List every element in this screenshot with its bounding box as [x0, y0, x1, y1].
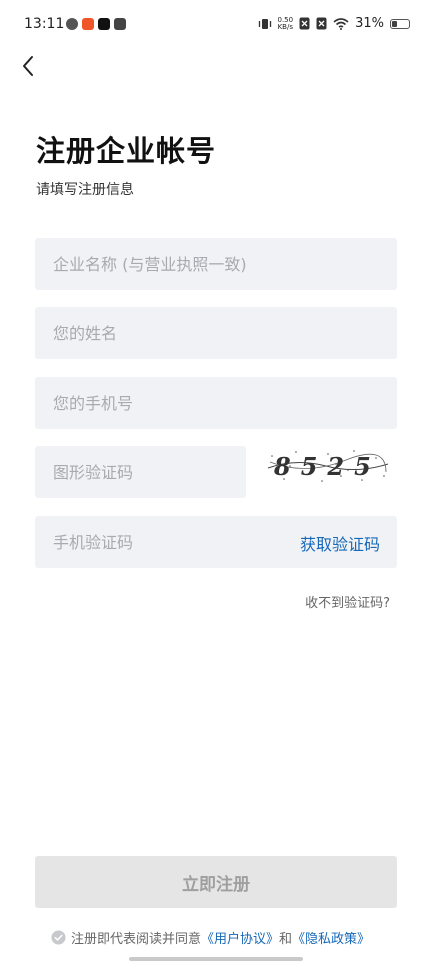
no-sim-icon — [316, 17, 327, 30]
privacy-policy-link[interactable]: 《隐私政策》 — [292, 928, 370, 947]
network-speed-unit: KB/s — [277, 22, 293, 31]
back-button[interactable] — [12, 50, 44, 82]
battery-icon — [390, 18, 410, 29]
network-speed: 0.50 KB/s — [277, 16, 294, 31]
phone-input[interactable] — [35, 377, 397, 429]
no-sim-icon — [299, 17, 310, 30]
page-subtitle: 请填写注册信息 — [36, 182, 134, 198]
tiktok-icon — [98, 18, 110, 30]
vibrate-icon — [258, 18, 271, 29]
company-name-field — [35, 238, 397, 290]
company-name-input[interactable] — [35, 238, 397, 290]
status-right: 0.50 KB/s 31% — [258, 16, 410, 31]
image-code-input[interactable] — [35, 446, 246, 498]
wifi-icon — [333, 17, 349, 30]
page-title: 注册企业帐号 — [36, 134, 217, 168]
phone-field — [35, 377, 397, 429]
name-field — [35, 307, 397, 359]
battery-percent: 31% — [355, 16, 384, 31]
captcha-text: 8525 — [273, 452, 381, 481]
app-notification-icon — [82, 18, 94, 30]
agreement-and: 和 — [279, 932, 293, 947]
status-time: 13:11 — [24, 16, 65, 32]
home-indicator[interactable] — [129, 957, 303, 961]
get-code-button[interactable]: 获取验证码 — [300, 531, 380, 555]
agreement-prefix: 注册即代表阅读并同意 — [71, 932, 202, 947]
register-button[interactable]: 立即注册 — [35, 856, 397, 908]
app-notification-icon — [66, 18, 78, 30]
sms-code-field: 获取验证码 — [35, 516, 397, 568]
agreement-row: 注册即代表阅读并同意 《用户协议》 和 《隐私政策》 — [51, 928, 370, 947]
user-agreement-link[interactable]: 《用户协议》 — [201, 928, 279, 947]
chevron-left-icon — [23, 56, 33, 76]
no-code-link[interactable]: 收不到验证码? — [305, 592, 390, 611]
notification-icons — [66, 18, 126, 30]
battery-level — [392, 20, 397, 27]
status-bar: 13:11 0.50 KB/s 31% — [0, 0, 432, 50]
app-notification-icon — [114, 18, 126, 30]
captcha-image[interactable]: 8525 — [266, 446, 390, 486]
image-code-field — [35, 446, 246, 498]
name-input[interactable] — [35, 307, 397, 359]
agree-checkbox-icon[interactable] — [51, 930, 66, 945]
